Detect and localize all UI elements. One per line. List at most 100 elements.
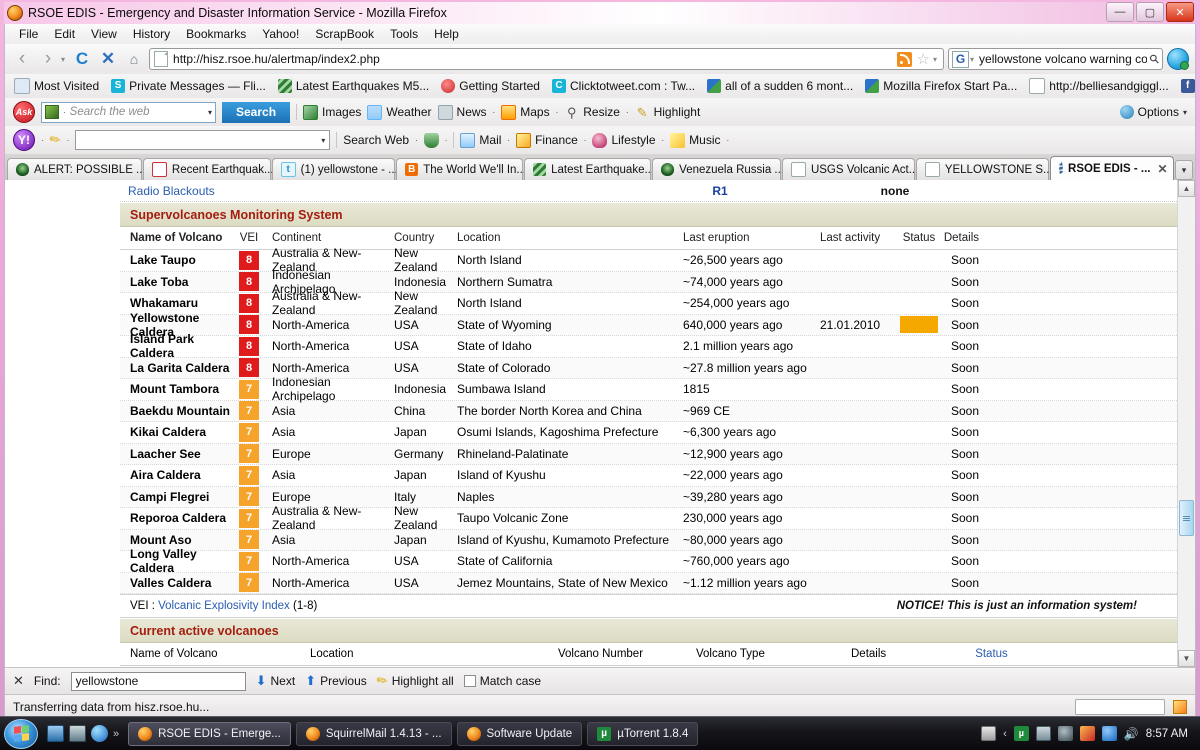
table-row[interactable]: Laacher See 7 Europe Germany Rhineland-Palat… [120, 443, 1177, 465]
highlight-all-button[interactable]: ✎ Highlight all [373, 671, 454, 690]
tab-rsoe-edis[interactable]: RSOE EDIS - ... ✕ [1050, 156, 1174, 180]
cell-details[interactable]: Soon [940, 275, 987, 289]
ask-options[interactable]: Options ▾ [1119, 105, 1187, 119]
minimize-button[interactable]: — [1106, 2, 1134, 22]
tab-latest-earthquake[interactable]: Latest Earthquake... [524, 158, 654, 180]
tab-alert-possible[interactable]: ALERT: POSSIBLE ... [7, 158, 146, 180]
checkbox-icon[interactable] [463, 675, 476, 687]
update-tray-icon[interactable] [1101, 726, 1117, 741]
cell-details[interactable]: Soon [940, 511, 987, 525]
cell-details[interactable]: Soon [940, 382, 987, 396]
table-row[interactable]: Yellowstone Caldera 8 North-America USA Stat… [120, 311, 1177, 339]
bookmark-all-of-a-sudden[interactable]: all of a sudden 6 mont... [703, 78, 857, 94]
page-vertical-scrollbar[interactable]: ▲ ▼ [1177, 180, 1195, 667]
ask-logo-icon[interactable]: Ask [13, 101, 35, 123]
taskbar-clock[interactable]: 8:57 AM [1146, 728, 1188, 740]
table-row[interactable]: Mount Aso 7 Asia Japan Island of Kyushu, Kum… [120, 529, 1177, 551]
bookmark-latest-earthquakes[interactable]: Latest Earthquakes M5... [274, 78, 433, 94]
google-search-engine-icon[interactable]: G [952, 50, 969, 68]
find-next-button[interactable]: ⬇ Next [256, 673, 296, 689]
cell-details[interactable]: Soon [940, 468, 987, 482]
yahoo-search-input[interactable]: ▾ [75, 130, 331, 150]
keyboard-icon[interactable] [981, 726, 997, 741]
ask-item-news[interactable]: News [437, 104, 487, 120]
menu-yahoo[interactable]: Yahoo! [254, 25, 307, 43]
address-bar[interactable]: http://hisz.rsoe.hu/alertmap/index2.php … [149, 48, 944, 70]
close-icon[interactable]: ✕ [1157, 162, 1167, 176]
scrollbar-thumb[interactable] [1179, 500, 1194, 536]
cell-details[interactable]: Soon [940, 361, 987, 375]
tray-overflow-icon[interactable]: ‹ [1003, 728, 1007, 740]
menu-bookmarks[interactable]: Bookmarks [178, 25, 254, 43]
antivirus-tray-icon[interactable] [1079, 726, 1095, 741]
menu-file[interactable]: File [11, 25, 46, 43]
bookmark-private-messages[interactable]: S Private Messages — Fli... [107, 78, 270, 94]
yahoo-finance-caret-icon[interactable]: · [584, 136, 587, 145]
close-icon[interactable]: ✕ [13, 673, 24, 689]
ask-news-caret-icon[interactable]: · [493, 108, 496, 117]
start-button[interactable] [4, 718, 38, 749]
ask-search-button[interactable]: Search [222, 101, 291, 123]
bookmark-most-visited[interactable]: Most Visited [10, 77, 103, 95]
show-desktop-icon[interactable] [47, 725, 64, 742]
forward-icon[interactable]: › [37, 48, 59, 70]
cell-details[interactable]: Soon [940, 253, 987, 267]
ask-item-images[interactable]: Images [303, 104, 361, 120]
match-case-checkbox[interactable]: Match case [463, 674, 541, 688]
yahoo-lifestyle-caret-icon[interactable]: · [662, 136, 665, 145]
bookmark-bellies-and-giggles[interactable]: http://belliesandgiggl... [1025, 77, 1172, 95]
table-row[interactable]: Island Park Caldera 8 North-America USA Stat… [120, 332, 1177, 360]
taskbar-button-utorrent[interactable]: µ µTorrent 1.8.4 [587, 721, 699, 746]
tab-usgs-volcanic-act[interactable]: USGS Volcanic Act... [781, 158, 918, 180]
radio-blackouts-link[interactable]: Radio Blackouts [120, 184, 640, 198]
nav-history-dropdown-icon[interactable]: ▾ [61, 55, 65, 64]
find-input[interactable]: yellowstone [70, 671, 246, 691]
close-button[interactable]: ✕ [1166, 2, 1194, 22]
yahoo-music-caret-icon[interactable]: · [727, 136, 730, 145]
table-row[interactable]: Baekdu Mountain 7 Asia China The border Nort… [120, 400, 1177, 422]
taskbar-button-rsoe-edis[interactable]: RSOE EDIS - Emerge... [128, 721, 291, 746]
ask-resize-caret-icon[interactable]: · [626, 108, 629, 117]
scroll-up-icon[interactable]: ▲ [1178, 180, 1195, 197]
tab-the-world-well-in[interactable]: B The World We'll In... [396, 158, 526, 180]
search-bar[interactable]: G ▾ yellowstone volcano warning colors ⚲ [948, 48, 1163, 70]
yahoo-mail-caret-icon[interactable]: · [507, 136, 510, 145]
yahoo-item-lifestyle[interactable]: Lifestyle [592, 132, 656, 148]
ask-item-highlight[interactable]: ✎ Highlight [635, 105, 701, 120]
rss-feed-icon[interactable] [896, 51, 912, 67]
cell-details[interactable]: Soon [940, 533, 987, 547]
cell-details[interactable]: Soon [940, 490, 987, 504]
cell-details[interactable]: Soon [940, 296, 987, 310]
taskbar-button-squirrelmail[interactable]: SquirrelMail 1.4.13 - ... [295, 721, 452, 746]
cell-details[interactable]: Soon [940, 404, 987, 418]
yahoo-item-finance[interactable]: Finance [516, 132, 578, 148]
bookmark-getting-started[interactable]: Getting Started [437, 78, 544, 94]
menu-edit[interactable]: Edit [46, 25, 83, 43]
menu-tools[interactable]: Tools [382, 25, 426, 43]
ask-item-maps[interactable]: Maps [501, 104, 550, 120]
menu-history[interactable]: History [125, 25, 178, 43]
cell-details[interactable]: Soon [940, 318, 987, 332]
tab-yellowstone-twitter[interactable]: t (1) yellowstone - ... [271, 158, 398, 180]
ask-item-resize[interactable]: ⚲ Resize [564, 105, 620, 120]
yahoo-shield-caret-icon[interactable]: · [445, 136, 448, 145]
display-tray-icon[interactable] [1035, 726, 1051, 741]
taskbar-button-software-update[interactable]: Software Update [456, 721, 583, 746]
internet-explorer-icon[interactable] [91, 725, 108, 742]
tab-yellowstone-s[interactable]: YELLOWSTONE S... [915, 158, 1053, 180]
table-row[interactable]: Long Valley Caldera 7 North-America USA Stat… [120, 547, 1177, 575]
menu-scrapbook[interactable]: ScrapBook [307, 25, 382, 43]
yahoo-item-mail[interactable]: Mail [460, 132, 501, 148]
ask-search-input[interactable]: · Search the web ▾ [41, 101, 216, 123]
search-engine-dropdown-icon[interactable]: ▾ [970, 55, 974, 64]
ask-item-weather[interactable]: Weather [367, 104, 432, 120]
cell-details[interactable]: Soon [940, 576, 987, 590]
star-dropdown-icon[interactable]: ▾ [933, 55, 937, 64]
home-icon[interactable]: ⌂ [123, 48, 145, 70]
yahoo-searchweb-caret-icon[interactable]: · [415, 136, 418, 145]
tab-list-button[interactable]: ▾ [1175, 160, 1193, 180]
back-icon[interactable]: ‹ [11, 48, 33, 70]
chevron-down-icon[interactable]: ▾ [208, 108, 212, 117]
chevron-down-icon[interactable]: ▾ [1183, 108, 1187, 117]
maximize-button[interactable]: ▢ [1136, 2, 1164, 22]
